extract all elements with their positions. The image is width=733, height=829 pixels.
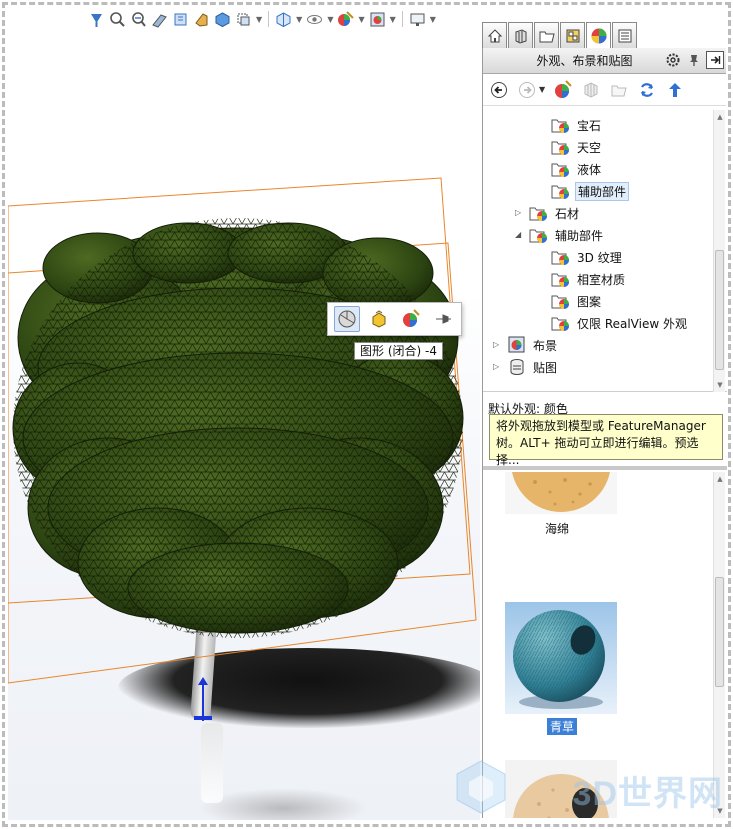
gallery-item-grass[interactable] bbox=[505, 602, 617, 714]
gallery-label-selected[interactable]: 青草 bbox=[547, 718, 578, 735]
tree-item[interactable]: 辅助部件 bbox=[551, 180, 630, 202]
appearance-folder-icon bbox=[551, 292, 571, 310]
appearances-icon bbox=[591, 28, 606, 43]
forward-icon[interactable] bbox=[517, 80, 537, 100]
tree-item-label: 辅助部件 bbox=[575, 181, 630, 201]
gallery-item-sponge[interactable] bbox=[505, 472, 617, 514]
expand-triangle-icon[interactable]: ◢ bbox=[515, 230, 521, 239]
pin-icon[interactable] bbox=[685, 51, 703, 69]
appearance-folder-icon bbox=[551, 116, 571, 134]
tab-file-explorer[interactable] bbox=[534, 22, 559, 48]
pin-icon[interactable] bbox=[430, 306, 456, 332]
tree-item-label: 布景 bbox=[533, 338, 558, 353]
view-palette-icon bbox=[566, 29, 579, 42]
back-icon[interactable] bbox=[489, 80, 509, 100]
pane-header: 外观、布景和贴图 bbox=[483, 48, 726, 74]
tree-item[interactable]: 液体 bbox=[551, 158, 603, 180]
appearance-icon[interactable] bbox=[553, 79, 573, 100]
gallery-label: 海绵 bbox=[545, 522, 570, 536]
graphics-viewport[interactable]: ▼ ▼ ▼ ▼ ▼ ▼ bbox=[8, 8, 480, 820]
collapse-icon[interactable] bbox=[706, 51, 724, 69]
watermark-cube-icon bbox=[456, 760, 506, 814]
tree-item-label: 相室材质 bbox=[577, 272, 626, 287]
gear-icon[interactable] bbox=[664, 51, 682, 69]
appearance-folder-icon bbox=[551, 270, 571, 288]
tree-item-label: 石材 bbox=[555, 206, 580, 221]
custom-properties-icon bbox=[618, 29, 631, 42]
tree-item[interactable]: 宝石 bbox=[551, 114, 603, 136]
appearance-folder-icon bbox=[551, 248, 571, 266]
appearance-folder-icon bbox=[551, 182, 571, 200]
tree-item[interactable]: ▷ 布景 bbox=[493, 334, 559, 356]
tree-scrollbar[interactable]: ▲ ▼ bbox=[713, 110, 725, 392]
decal-icon bbox=[507, 358, 527, 376]
appearance-tree: 宝石天空液体辅助部件 ▷ 石材 ◢ 辅助部件 3D 纹理相室材质图案仅限 RealView… bbox=[483, 110, 727, 392]
collapse-triangle-icon[interactable]: ▷ bbox=[515, 208, 521, 217]
tree-item-label: 天空 bbox=[577, 140, 602, 155]
tree-model[interactable] bbox=[8, 8, 480, 820]
watermark-text: 3D世界网 bbox=[572, 775, 723, 813]
tree-item[interactable]: ◢ 辅助部件 bbox=[515, 224, 605, 246]
task-pane-tabs bbox=[482, 22, 642, 48]
appearance-body-icon[interactable] bbox=[366, 306, 392, 332]
design-library-icon bbox=[515, 28, 526, 44]
pane-splitter[interactable] bbox=[483, 466, 727, 470]
appearance-face-icon[interactable] bbox=[334, 306, 360, 332]
tree-item[interactable]: 天空 bbox=[551, 136, 603, 158]
appearance-folder-icon bbox=[551, 160, 571, 178]
selection-tooltip: 图形 (闭合) -4 bbox=[354, 342, 443, 360]
3d-box-icon[interactable] bbox=[581, 80, 601, 100]
tree-item[interactable]: 图案 bbox=[551, 290, 603, 312]
tree-item[interactable]: ▷ 贴图 bbox=[493, 356, 559, 378]
home-icon bbox=[487, 28, 502, 42]
tree-item-label: 辅助部件 bbox=[555, 228, 604, 243]
tree-item-label: 3D 纹理 bbox=[577, 250, 622, 265]
up-icon[interactable] bbox=[665, 80, 685, 100]
folder-icon[interactable] bbox=[609, 80, 629, 100]
axis-triad bbox=[194, 716, 212, 720]
tree-item[interactable]: 3D 纹理 bbox=[551, 246, 624, 268]
hint-tooltip: 将外观拖放到模型或 FeatureManager 树。ALT+ 拖动可立即进行编… bbox=[489, 414, 723, 467]
pane-toolbar: ▼ bbox=[483, 74, 726, 106]
context-toolbar bbox=[327, 302, 462, 336]
collapse-triangle-icon[interactable]: ▷ bbox=[493, 362, 499, 371]
appearance-folder-icon bbox=[551, 314, 571, 332]
tree-item-label: 仅限 RealView 外观 bbox=[577, 316, 687, 331]
collapse-triangle-icon[interactable]: ▷ bbox=[493, 340, 499, 349]
refresh-icon[interactable] bbox=[637, 80, 657, 100]
tree-item-label: 图案 bbox=[577, 294, 602, 309]
tab-appearances[interactable] bbox=[586, 22, 611, 48]
tab-view-palette[interactable] bbox=[560, 22, 585, 48]
tree-item-label: 液体 bbox=[577, 162, 602, 177]
tree-item[interactable]: 相室材质 bbox=[551, 268, 627, 290]
appearance-part-icon[interactable] bbox=[398, 306, 424, 332]
appearance-folder-icon bbox=[529, 204, 549, 222]
tree-item[interactable]: ▷ 石材 bbox=[515, 202, 581, 224]
tab-design-library[interactable] bbox=[508, 22, 533, 48]
appearance-folder-icon bbox=[551, 138, 571, 156]
file-explorer-icon bbox=[539, 31, 555, 42]
tab-custom-properties[interactable] bbox=[612, 22, 637, 48]
appearance-folder-icon bbox=[529, 226, 549, 244]
appearances-task-pane: 外观、布景和贴图 ▼ 宝石 天空 液体 辅助部件 ▷ 石材 ◢ 辅助部件 3D … bbox=[482, 48, 727, 818]
tree-item[interactable]: 仅限 RealView 外观 bbox=[551, 312, 689, 334]
tree-item-label: 贴图 bbox=[533, 360, 558, 375]
scene-icon bbox=[507, 336, 527, 354]
tree-item-label: 宝石 bbox=[577, 118, 602, 133]
history-dropdown[interactable]: ▼ bbox=[539, 85, 545, 94]
tab-home[interactable] bbox=[482, 22, 507, 48]
